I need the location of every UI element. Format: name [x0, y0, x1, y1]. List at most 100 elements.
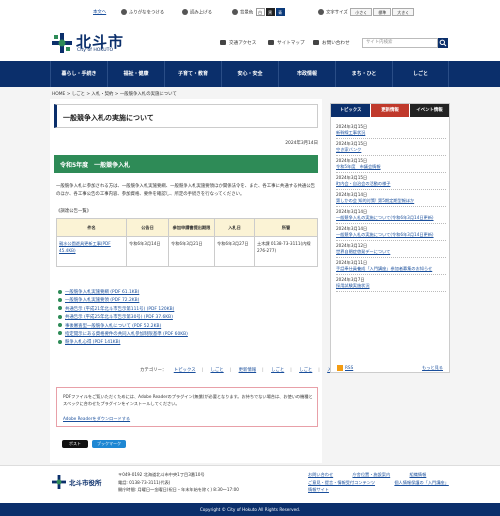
bg-black-button[interactable]: 黒: [265, 8, 275, 16]
nav-item-safety[interactable]: 安心・安全: [221, 61, 278, 87]
palette-icon: [232, 9, 238, 15]
mail-icon: [313, 40, 319, 45]
category-list: カテゴリー： トピックス| しごと| 更新情報| しごと| しごと| 入札・契約: [140, 367, 349, 373]
breadcrumb[interactable]: HOME > しごと > 入札・契約 > 一般競争入札の実施について: [52, 91, 177, 97]
rss-icon: [337, 365, 343, 371]
project-pdf-link[interactable]: 親水公園遊具更新工事(PDF 45.4KB): [59, 241, 111, 253]
utility-bar: 本文へ ふりがなをつける 読み上げる 背景色 白黒青 文字サイズ 小さく 標準 大き…: [0, 0, 500, 27]
category-link[interactable]: トピックス: [174, 367, 196, 373]
address-line: 〒049-0192 北海道北斗市中央1丁目3番10号: [118, 472, 205, 477]
news-link[interactable]: 令和5年度 市議会情報: [336, 164, 381, 169]
access-link[interactable]: 交通アクセス: [220, 40, 256, 46]
category-link[interactable]: しごと: [210, 367, 223, 373]
section-heading-text: 令和5年度 一般競争入札: [60, 162, 131, 169]
tab-updates[interactable]: 更新情報: [371, 104, 409, 117]
topics-sidebar: トピックス 更新情報 イベント情報 2024年3月15日 新幹線工事状況 2024…: [330, 103, 450, 373]
adobe-download-link[interactable]: Adobe Readerをダウンロードする: [63, 416, 130, 422]
bullet-icon: [58, 297, 62, 302]
rss-link[interactable]: RSS: [337, 365, 353, 371]
text-size-icon: [318, 9, 324, 15]
list-item: 2024年3月11日 手話奉仕員養成「入門講座」参加者募集のお知らせ: [336, 258, 446, 275]
access-label: 交通アクセス: [229, 41, 257, 46]
category-divider: |: [229, 368, 232, 373]
tab-events[interactable]: イベント情報: [410, 104, 449, 117]
bg-white-button[interactable]: 白: [255, 8, 265, 16]
skip-link[interactable]: 本文へ: [93, 9, 106, 15]
news-list: 2024年3月15日 新幹線工事状況 2024年3月15日 空き家バンク 2024年…: [336, 122, 446, 292]
doc-link[interactable]: 指定開示にある資格要件の共同入札参加制限基準 (PDF 60KB): [65, 332, 188, 337]
col-header-dept: 所管: [254, 218, 318, 237]
sitemap-icon: [268, 40, 274, 45]
bg-blue-button[interactable]: 青: [275, 8, 285, 16]
nav-item-town[interactable]: まち・ひと: [335, 61, 392, 87]
list-item: 指定開示にある資格要件の共同入札参加制限基準 (PDF 60KB): [58, 331, 318, 339]
footer-link[interactable]: ご意見・提言・情報受付コンテンツ: [308, 479, 375, 487]
doc-link[interactable]: 共通告示 (平成25年北斗市告示第30号) (PDF 37.6KB): [65, 315, 173, 320]
list-item: 競争入札心得 (PDF 141KB): [58, 339, 318, 347]
news-link[interactable]: 手話奉仕員養成「入門講座」参加者募集のお知らせ: [336, 266, 432, 271]
footer-link[interactable]: 個人情報保護の「入門講座」: [394, 479, 448, 487]
col-header-deadline: 参加申請書提出期限: [168, 218, 215, 237]
col-header-notice: 公告日: [126, 218, 169, 237]
search-button[interactable]: [438, 38, 448, 48]
footer-links: お問い合わせ 庁舎位置・施設案内 組織情報 ご意見・提言・情報受付コンテンツ 個…: [308, 471, 500, 494]
sidebar-tabs: トピックス 更新情報 イベント情報: [331, 104, 449, 117]
more-link[interactable]: もっと見る: [422, 365, 443, 371]
nav-item-welfare[interactable]: 福祉・健康: [107, 61, 164, 87]
nav-item-living[interactable]: 暮らし・手続き: [50, 61, 107, 87]
footer-link[interactable]: 組織情報: [410, 471, 427, 479]
cell-notice: 令和6年3月14日: [126, 236, 169, 267]
category-divider: |: [290, 368, 292, 373]
doc-link[interactable]: 一般競争入札実施要領 (PDF 72.2KB): [65, 298, 139, 303]
pdf-notice-box: PDFファイルをご覧いただくためには、Adobe Readerのプラグイン(無償…: [56, 387, 318, 427]
hatena-bookmark-button[interactable]: ブックマーク: [92, 440, 126, 448]
text-large-button[interactable]: 大きく: [392, 8, 415, 16]
sitemap-link[interactable]: サイトマップ: [268, 40, 305, 46]
footer-city-name: 北斗市役所: [69, 479, 102, 487]
footer-link[interactable]: 情報サイト: [308, 486, 329, 494]
text-small-button[interactable]: 小さく: [350, 8, 373, 16]
contact-link[interactable]: お問い合わせ: [313, 40, 350, 46]
bullet-icon: [58, 339, 62, 344]
pdf-notice-text: PDFファイルをご覧いただくためには、Adobe Readerのプラグイン(無償…: [63, 394, 313, 406]
doc-link[interactable]: 共通告示 (平成21年北斗市告示第111号) (PDF 120KB): [65, 307, 174, 312]
news-link[interactable]: 町内会・自治会の活動の様子: [336, 181, 390, 186]
nav-item-childcare[interactable]: 子育て・教育: [164, 61, 221, 87]
news-link[interactable]: 新幹線工事状況: [336, 130, 365, 135]
list-item: 2024年3月14日 一般競争入札の実施について(令和6年3月14日更新): [336, 207, 446, 224]
train-icon: [220, 40, 226, 45]
furigana-button[interactable]: ふりがなをつける: [121, 9, 164, 16]
list-item: 2024年3月14日 第しかの会 知的対策! 第5期定期型報ほか: [336, 190, 446, 207]
category-link[interactable]: しごと: [271, 367, 284, 373]
doc-link[interactable]: 競争入札心得 (PDF 141KB): [65, 340, 120, 345]
footer-link[interactable]: お問い合わせ: [308, 471, 333, 479]
doc-link[interactable]: 事後審査型一般競争入札について (PDF 52.2KB): [65, 324, 161, 329]
news-link[interactable]: 空き家バンク: [336, 147, 361, 152]
news-link[interactable]: 一般競争入札の実施について(令和6年3月14日更新): [336, 232, 434, 237]
footer-link[interactable]: 庁舎位置・施設案内: [352, 471, 390, 479]
bullet-icon: [58, 323, 62, 328]
text-standard-button[interactable]: 標準: [373, 8, 392, 16]
site-footer: 北斗市役所 〒049-0192 北海道北斗市中央1丁目3番10号 電話: 013…: [0, 465, 500, 503]
news-link[interactable]: 第しかの会 知的対策! 第5期定期型報ほか: [336, 198, 414, 203]
list-item: 2024年3月15日 町内会・自治会の活動の様子: [336, 173, 446, 190]
news-link[interactable]: 採用試験実施状況: [336, 283, 370, 288]
search-input[interactable]: サイト内検索: [362, 38, 438, 48]
news-link[interactable]: 世界自閉症啓発デーについて: [336, 249, 390, 254]
doc-link[interactable]: 一般競争入札実施要綱 (PDF 61.1KB): [65, 290, 139, 295]
list-item: 一般競争入札実施要綱 (PDF 61.1KB): [58, 289, 318, 297]
global-nav: 暮らし・手続き 福祉・健康 子育て・教育 安心・安全 市政情報 まち・ひと しご…: [0, 61, 500, 87]
category-link[interactable]: しごと: [299, 367, 312, 373]
nav-item-government[interactable]: 市政情報: [278, 61, 335, 87]
news-link[interactable]: 一般競争入札の実施について(令和6年3月14日更新): [336, 215, 434, 220]
tab-topics[interactable]: トピックス: [331, 104, 370, 117]
readaloud-button[interactable]: 読み上げる: [182, 9, 212, 16]
x-share-button[interactable]: ポスト: [62, 440, 88, 448]
cell-dept: 土木課 0138-73-3111(内線276-277): [254, 236, 318, 267]
list-item: 2024年3月15日 空き家バンク: [336, 139, 446, 156]
nav-item-work[interactable]: しごと: [392, 61, 449, 87]
category-link[interactable]: 更新情報: [239, 367, 257, 373]
site-header: 北斗市 City of HOKUTO 交通アクセス サイトマップ お問い合わせ …: [0, 27, 500, 61]
list-item: 一般競争入札実施要領 (PDF 72.2KB): [58, 297, 318, 305]
city-logo-icon[interactable]: [52, 33, 72, 53]
